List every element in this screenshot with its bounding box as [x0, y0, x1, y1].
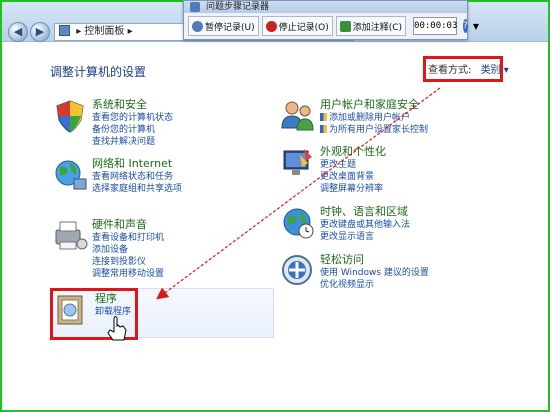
category-heading[interactable]: 系统和安全 — [92, 98, 173, 112]
link-windows-suggested[interactable]: 使用 Windows 建议的设置 — [320, 267, 429, 279]
link-mobility[interactable]: 调整常用移动设置 — [92, 268, 164, 280]
shield-icon — [320, 125, 327, 133]
category-heading[interactable]: 用户帐户和家庭安全 — [320, 98, 428, 112]
link-resolution[interactable]: 调整屏幕分辨率 — [320, 183, 386, 195]
link-projector[interactable]: 连接到投影仪 — [92, 256, 164, 268]
page-title: 调整计算机的设置 — [50, 65, 147, 79]
back-button[interactable]: ◀ — [8, 22, 28, 42]
link-network-status[interactable]: 查看网络状态和任务 — [92, 171, 182, 183]
control-panel-icon — [59, 25, 70, 36]
link-desktop-background[interactable]: 更改桌面背景 — [320, 171, 386, 183]
steps-recorder-window: 问题步骤记录器 暂停记录(U) 停止记录(O) 添加注释(C) 00:00:03… — [183, 0, 479, 40]
add-comment-label: 添加注释(C) — [352, 22, 403, 33]
link-view-status[interactable]: 查看您的计算机状态 — [92, 112, 173, 124]
globe-clock-icon[interactable] — [280, 205, 316, 241]
add-comment-button[interactable]: 添加注释(C) — [335, 16, 407, 36]
pause-record-button[interactable]: 暂停记录(U) — [188, 16, 259, 36]
pause-icon — [192, 20, 203, 32]
category-heading[interactable]: 硬件和声音 — [92, 218, 164, 232]
users-icon[interactable] — [280, 98, 316, 134]
recording-timer: 00:00:03 — [413, 17, 457, 35]
shield-icon[interactable] — [52, 98, 88, 134]
breadcrumb-control-panel[interactable]: 控制面板 — [84, 26, 124, 37]
category-heading[interactable]: 时钟、语言和区域 — [320, 205, 410, 219]
link-keyboard-input[interactable]: 更改键盘或其他输入法 — [320, 219, 410, 231]
category-heading[interactable]: 网络和 Internet — [92, 157, 182, 171]
link-devices-printers[interactable]: 查看设备和打印机 — [92, 232, 164, 244]
annotation-box-view-by — [423, 56, 503, 82]
recorder-app-icon — [190, 2, 200, 12]
recorder-title: 问题步骤记录器 — [184, 1, 467, 13]
monitor-paint-icon[interactable] — [280, 145, 316, 181]
category-system-security: 系统和安全 查看您的计算机状态 备份您的计算机 查找并解决问题 — [52, 98, 173, 148]
category-heading[interactable]: 轻松访问 — [320, 253, 429, 267]
add-comment-icon — [339, 20, 351, 32]
link-change-theme[interactable]: 更改主题 — [320, 159, 386, 171]
category-appearance: 外观和个性化 更改主题 更改桌面背景 调整屏幕分辨率 — [280, 145, 386, 195]
stop-record-button[interactable]: 停止记录(O) — [261, 16, 333, 36]
stop-record-label: 停止记录(O) — [278, 22, 329, 33]
link-parental-controls[interactable]: 为所有用户设置家长控制 — [320, 124, 428, 136]
pause-record-label: 暂停记录(U) — [205, 22, 255, 33]
link-display-language[interactable]: 更改显示语言 — [320, 231, 410, 243]
help-icon[interactable]: ? — [463, 19, 468, 33]
recorder-toolbar: 暂停记录(U) 停止记录(O) 添加注释(C) 00:00:03 ? ▼ — [184, 13, 479, 39]
chevron-down-icon[interactable]: ▼ — [473, 22, 479, 31]
category-user-accounts: 用户帐户和家庭安全 添加或删除用户帐户 为所有用户设置家长控制 — [280, 98, 428, 136]
forward-button[interactable]: ▶ — [30, 22, 50, 42]
shield-icon — [320, 113, 327, 121]
network-globe-icon[interactable] — [52, 157, 88, 193]
breadcrumb-sep: ▸ — [127, 26, 133, 37]
printer-icon[interactable] — [52, 218, 88, 254]
annotation-box-programs — [50, 288, 138, 340]
link-backup[interactable]: 备份您的计算机 — [92, 124, 173, 136]
ease-of-access-icon[interactable] — [280, 253, 316, 289]
category-network: 网络和 Internet 查看网络状态和任务 选择家庭组和共享选项 — [52, 157, 182, 195]
category-heading[interactable]: 外观和个性化 — [320, 145, 386, 159]
link-manage-accounts[interactable]: 添加或删除用户帐户 — [320, 112, 428, 124]
stop-icon — [265, 20, 277, 32]
link-optimize-display[interactable]: 优化视频显示 — [320, 279, 429, 291]
link-homegroup[interactable]: 选择家庭组和共享选项 — [92, 183, 182, 195]
link-troubleshoot[interactable]: 查找并解决问题 — [92, 136, 173, 148]
category-hardware: 硬件和声音 查看设备和打印机 添加设备 连接到投影仪 调整常用移动设置 — [52, 218, 164, 280]
link-add-device[interactable]: 添加设备 — [92, 244, 164, 256]
category-clock-language: 时钟、语言和区域 更改键盘或其他输入法 更改显示语言 — [280, 205, 410, 243]
category-ease-of-access: 轻松访问 使用 Windows 建议的设置 优化视频显示 — [280, 253, 429, 291]
